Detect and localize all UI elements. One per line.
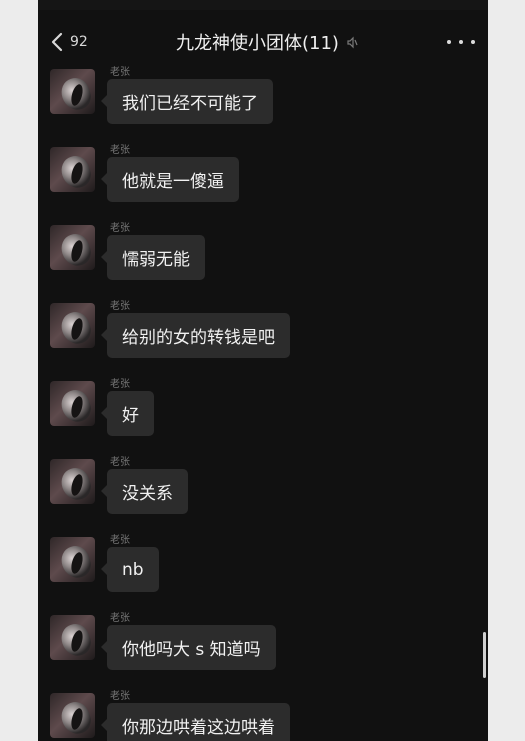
- message-row: 老张 没关系: [38, 456, 488, 534]
- message-bubble[interactable]: 好: [101, 391, 154, 436]
- sender-name: 老张: [110, 535, 130, 546]
- sender-name: 老张: [110, 145, 130, 156]
- avatar[interactable]: [50, 459, 95, 504]
- message-row: 老张 好: [38, 378, 488, 456]
- message-row: 老张 你那边哄着这边哄着: [38, 690, 488, 741]
- more-icon: [471, 40, 475, 44]
- message-row: 老张 他就是一傻逼: [38, 144, 488, 222]
- chat-title: 九龙神使小团体(11): [176, 33, 339, 54]
- message-bubble[interactable]: nb: [101, 547, 159, 592]
- sender-name: 老张: [110, 67, 130, 78]
- sender-name: 老张: [110, 223, 130, 234]
- avatar[interactable]: [50, 147, 95, 192]
- message-row: 老张 我们已经不可能了: [38, 66, 488, 144]
- sender-name: 老张: [110, 301, 130, 312]
- chat-header: 92 九龙神使小团体(11): [38, 20, 488, 64]
- avatar[interactable]: [50, 615, 95, 660]
- back-button[interactable]: 92: [50, 20, 88, 64]
- message-bubble[interactable]: 给别的女的转钱是吧: [101, 313, 290, 358]
- sender-name: 老张: [110, 379, 130, 390]
- scrollbar-thumb[interactable]: [483, 632, 486, 678]
- message-bubble[interactable]: 他就是一傻逼: [101, 157, 239, 202]
- avatar[interactable]: [50, 537, 95, 582]
- avatar[interactable]: [50, 693, 95, 738]
- avatar[interactable]: [50, 381, 95, 426]
- avatar[interactable]: [50, 225, 95, 270]
- message-bubble[interactable]: 我们已经不可能了: [101, 79, 273, 124]
- status-bar-fragment: [38, 0, 488, 10]
- chat-screen: 92 九龙神使小团体(11) 老张 我们已经不可能了 老张 他就是一傻逼 老张 …: [38, 0, 488, 741]
- sender-name: 老张: [110, 691, 130, 702]
- avatar[interactable]: [50, 69, 95, 114]
- message-bubble[interactable]: 懦弱无能: [101, 235, 205, 280]
- sender-name: 老张: [110, 457, 130, 468]
- message-bubble[interactable]: 你那边哄着这边哄着: [101, 703, 290, 741]
- mute-icon: [347, 36, 358, 48]
- chevron-left-icon: [51, 32, 63, 52]
- message-bubble[interactable]: 没关系: [101, 469, 188, 514]
- more-icon: [459, 40, 463, 44]
- chat-title-area: 九龙神使小团体(11): [176, 20, 358, 64]
- more-icon: [447, 40, 451, 44]
- unread-count-badge: 92: [70, 34, 88, 50]
- avatar[interactable]: [50, 303, 95, 348]
- message-bubble[interactable]: 你他吗大 s 知道吗: [101, 625, 276, 670]
- more-button[interactable]: [447, 32, 475, 52]
- sender-name: 老张: [110, 613, 130, 624]
- message-row: 老张 给别的女的转钱是吧: [38, 300, 488, 378]
- message-row: 老张 懦弱无能: [38, 222, 488, 300]
- message-row: 老张 你他吗大 s 知道吗: [38, 612, 488, 690]
- message-list[interactable]: 老张 我们已经不可能了 老张 他就是一傻逼 老张 懦弱无能 老张 给别的女的转钱…: [38, 65, 488, 741]
- message-row: 老张 nb: [38, 534, 488, 612]
